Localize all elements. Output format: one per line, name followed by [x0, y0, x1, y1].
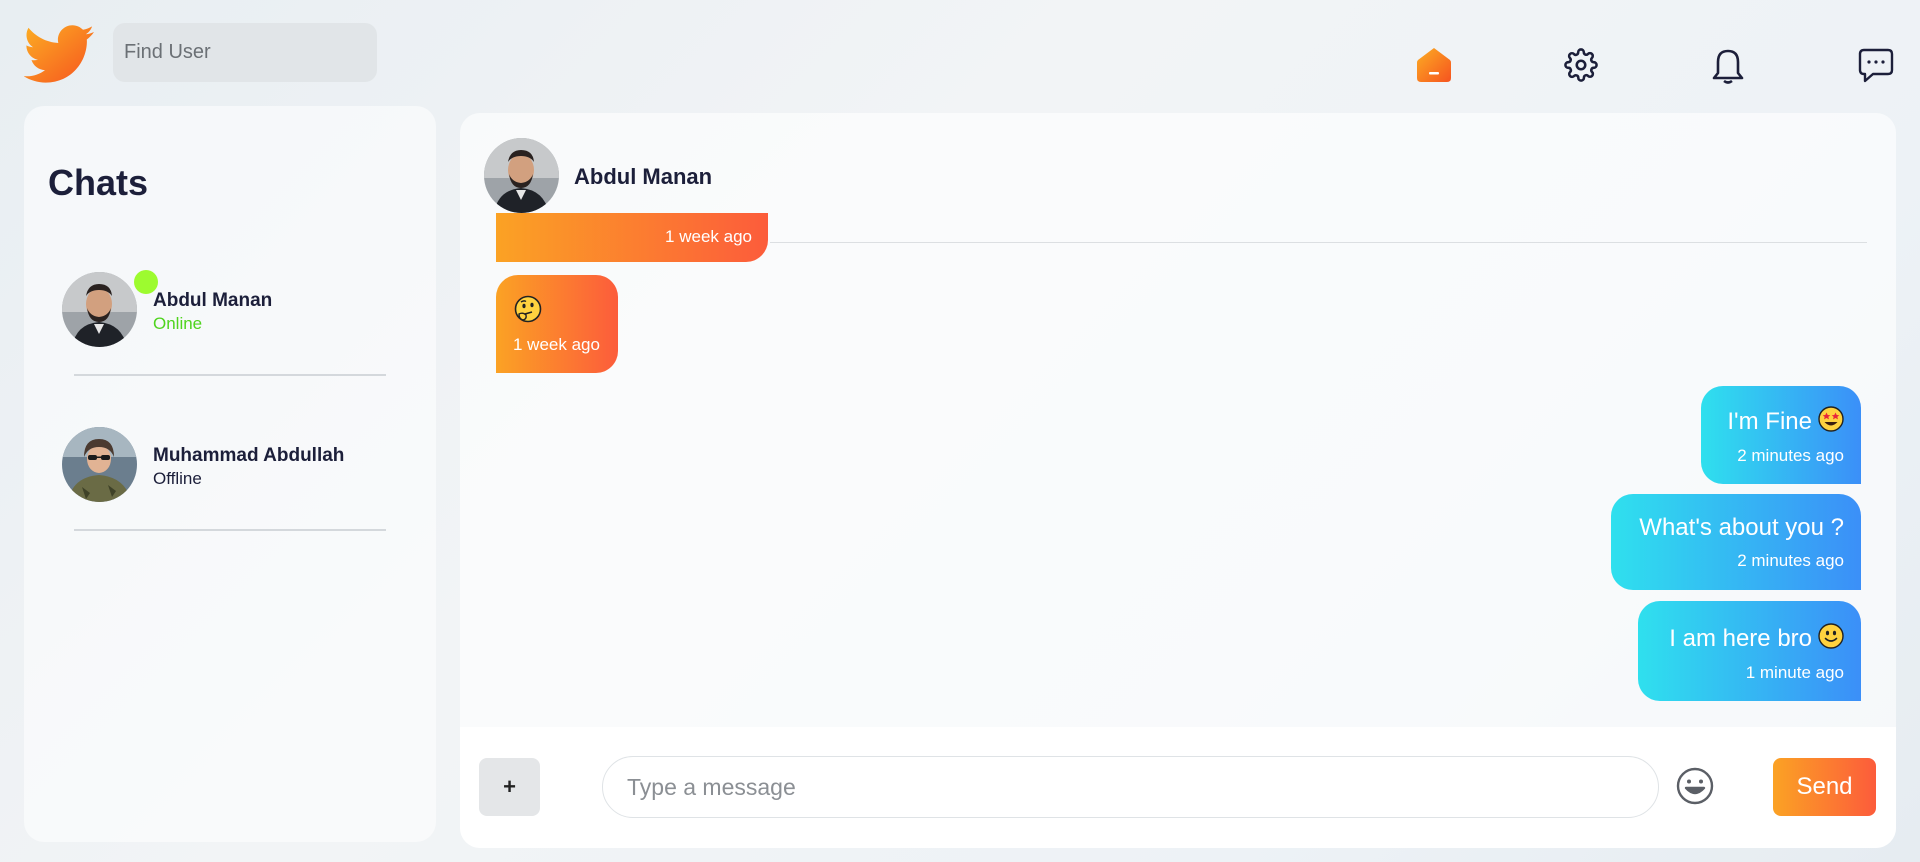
chats-title: Chats [48, 162, 149, 203]
emoji-picker-icon[interactable] [1675, 766, 1715, 806]
chats-sidebar: Chats Abdul Manan Online Muhammad Abdull… [24, 106, 436, 842]
contact-name: Abdul Manan [153, 290, 273, 311]
message-time: 1 week ago [665, 227, 752, 246]
chat-header-name: Abdul Manan [574, 164, 713, 189]
message-time: 1 minute ago [1745, 663, 1844, 682]
outgoing-message: I am here bro 1 minute ago [1638, 601, 1861, 701]
outgoing-message: What's about you ? 2 minutes ago [1611, 494, 1861, 590]
attach-button[interactable]: + [479, 758, 540, 816]
chat-header-avatar[interactable] [484, 138, 559, 213]
message-time: 2 minutes ago [1737, 551, 1844, 570]
home-icon[interactable] [1413, 44, 1455, 86]
divider [74, 529, 386, 531]
messages-icon[interactable] [1855, 44, 1897, 86]
message-composer: + Send [460, 727, 1896, 848]
smiling-face-emoji-icon [1818, 623, 1844, 654]
incoming-message: 1 week ago [496, 213, 768, 262]
find-user-input[interactable] [113, 23, 377, 82]
contact-status: Offline [153, 469, 202, 488]
header-divider [770, 242, 1867, 243]
message-text: I am here bro [1669, 624, 1812, 652]
settings-gear-icon[interactable] [1560, 44, 1602, 86]
message-time: 2 minutes ago [1737, 446, 1844, 465]
contact-item[interactable]: Muhammad Abdullah Offline [62, 427, 402, 507]
contact-status: Online [153, 314, 203, 333]
avatar [62, 272, 137, 347]
send-button[interactable]: Send [1773, 758, 1876, 816]
contact-name: Muhammad Abdullah [153, 445, 345, 466]
divider [74, 374, 386, 376]
star-struck-emoji-icon [1818, 406, 1844, 437]
contact-item[interactable]: Abdul Manan Online [62, 270, 402, 352]
twitter-logo-icon[interactable] [23, 20, 96, 84]
notification-bell-icon[interactable] [1707, 44, 1749, 86]
avatar [62, 427, 137, 502]
message-text: What's about you ? [1639, 514, 1844, 541]
message-text: I'm Fine [1727, 407, 1812, 435]
message-input[interactable] [602, 756, 1659, 818]
thinking-face-emoji-icon [514, 295, 542, 328]
incoming-message: 1 week ago [496, 275, 618, 373]
outgoing-message: I'm Fine 2 minutes ago [1701, 386, 1861, 484]
message-time: 1 week ago [513, 335, 600, 354]
